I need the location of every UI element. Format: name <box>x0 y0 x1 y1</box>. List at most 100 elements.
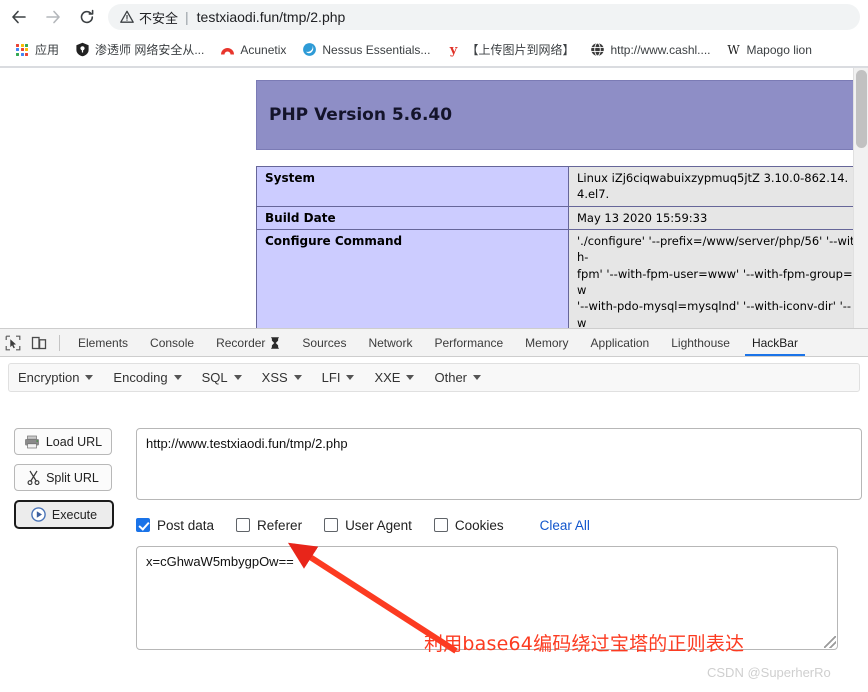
hackbar-options-row: Post data Referer User Agent Cookies C <box>136 514 862 536</box>
tab-application[interactable]: Application <box>580 329 661 356</box>
phpinfo-container: PHP Version 5.6.40 System Linux iZj6ciqw… <box>256 80 866 328</box>
chevron-down-icon <box>294 375 302 380</box>
tab-label: Lighthouse <box>671 336 730 350</box>
chevron-down-icon <box>473 375 481 380</box>
phpinfo-key: Build Date <box>257 206 569 229</box>
option-label: Post data <box>157 518 214 533</box>
tab-label: Console <box>150 336 194 350</box>
svg-text:W: W <box>727 43 740 57</box>
phpinfo-value: May 13 2020 15:59:33 <box>569 206 864 229</box>
bookmark-label: Acunetix <box>240 43 286 57</box>
tab-label: HackBar <box>752 336 798 350</box>
button-label: Load URL <box>46 435 102 449</box>
yandex-y-icon: y <box>445 42 461 58</box>
menu-label: XSS <box>262 370 288 385</box>
menu-encoding[interactable]: Encoding <box>113 370 181 385</box>
option-label: Referer <box>257 518 302 533</box>
tab-network[interactable]: Network <box>357 329 423 356</box>
device-toolbar-button[interactable] <box>26 329 52 356</box>
option-user-agent[interactable]: User Agent <box>324 518 412 533</box>
nessus-icon <box>301 42 317 58</box>
bookmark-nessus[interactable]: Nessus Essentials... <box>294 38 437 62</box>
option-post-data[interactable]: Post data <box>136 518 214 533</box>
chevron-down-icon <box>346 375 354 380</box>
omnibox-separator: | <box>185 9 189 25</box>
device-toolbar-icon <box>31 335 47 351</box>
bookmark-label: 【上传图片到网络】 <box>466 41 574 58</box>
tab-label: Elements <box>78 336 128 350</box>
option-referer[interactable]: Referer <box>236 518 302 533</box>
menu-encryption[interactable]: Encryption <box>18 370 93 385</box>
bookmark-upload-image[interactable]: y 【上传图片到网络】 <box>438 38 581 62</box>
table-row: Build Date May 13 2020 15:59:33 <box>257 206 864 229</box>
scissors-icon <box>27 470 40 485</box>
back-button[interactable] <box>4 2 34 32</box>
execute-button[interactable]: Execute <box>14 500 114 529</box>
play-circle-icon <box>31 507 46 522</box>
tab-memory[interactable]: Memory <box>514 329 579 356</box>
shield-penetration-icon <box>74 42 90 58</box>
tab-lighthouse[interactable]: Lighthouse <box>660 329 741 356</box>
bookmark-label: 渗透师 网络安全从... <box>95 41 204 58</box>
bookmarks-bar: 应用 渗透师 网络安全从... <box>0 34 868 65</box>
devtools-tabbar: Elements Console Recorder Sources Networ… <box>0 329 868 357</box>
page-scrollbar[interactable] <box>853 68 868 328</box>
user-agent-checkbox[interactable] <box>324 518 338 532</box>
option-cookies[interactable]: Cookies <box>434 518 504 533</box>
tab-console[interactable]: Console <box>139 329 205 356</box>
recorder-experiment-icon <box>270 337 280 349</box>
menu-lfi[interactable]: LFI <box>322 370 355 385</box>
bookmark-label: http://www.cashl.... <box>610 43 710 57</box>
bookmark-mapogo-lion[interactable]: W Mapogo lion <box>719 38 819 62</box>
browser-chrome: 不安全 | testxiaodi.fun/tmp/2.php 应用 <box>0 0 868 68</box>
post-data-checkbox[interactable] <box>136 518 150 532</box>
bookmark-acunetix[interactable]: Acunetix <box>212 38 293 62</box>
bookmark-label: 应用 <box>35 41 59 58</box>
inspect-element-button[interactable] <box>0 329 26 356</box>
tab-sources[interactable]: Sources <box>291 329 357 356</box>
phpinfo-value: Linux iZj6ciqwabuixzypmuq5jtZ 3.10.0-862… <box>569 167 864 207</box>
referer-checkbox[interactable] <box>236 518 250 532</box>
apps-grid-icon <box>14 42 30 58</box>
load-url-button[interactable]: Load URL <box>14 428 112 455</box>
menu-label: Other <box>434 370 467 385</box>
bookmark-label: Mapogo lion <box>747 43 812 57</box>
chevron-down-icon <box>234 375 242 380</box>
table-row: System Linux iZj6ciqwabuixzypmuq5jtZ 3.1… <box>257 167 864 207</box>
tab-performance[interactable]: Performance <box>423 329 514 356</box>
split-url-button[interactable]: Split URL <box>14 464 112 491</box>
menu-sql[interactable]: SQL <box>202 370 242 385</box>
cookies-checkbox[interactable] <box>434 518 448 532</box>
menu-label: Encryption <box>18 370 79 385</box>
menu-xxe[interactable]: XXE <box>374 370 414 385</box>
phpinfo-key: System <box>257 167 569 207</box>
toolbar-divider <box>59 335 60 351</box>
page-scrollbar-thumb[interactable] <box>856 70 867 148</box>
php-version-banner: PHP Version 5.6.40 <box>256 80 864 150</box>
hackbar-menubar: Encryption Encoding SQL XSS LFI <box>8 363 860 392</box>
bookmark-cashl[interactable]: http://www.cashl.... <box>582 38 717 62</box>
reload-icon <box>78 8 96 26</box>
url-input[interactable]: http://www.testxiaodi.fun/tmp/2.php <box>136 428 862 500</box>
forward-button[interactable] <box>38 2 68 32</box>
menu-other[interactable]: Other <box>434 370 481 385</box>
bookmark-label: Nessus Essentials... <box>322 43 430 57</box>
address-bar[interactable]: 不安全 | testxiaodi.fun/tmp/2.php <box>108 4 860 30</box>
clear-all-link[interactable]: Clear All <box>540 518 590 533</box>
tab-recorder[interactable]: Recorder <box>205 329 291 356</box>
globe-icon <box>589 42 605 58</box>
menu-xss[interactable]: XSS <box>262 370 302 385</box>
tab-elements[interactable]: Elements <box>67 329 139 356</box>
menu-label: XXE <box>374 370 400 385</box>
option-label: User Agent <box>345 518 412 533</box>
chevron-down-icon <box>174 375 182 380</box>
tab-hackbar[interactable]: HackBar <box>741 329 809 356</box>
address-bar-url[interactable]: testxiaodi.fun/tmp/2.php <box>197 9 346 25</box>
bookmark-apps[interactable]: 应用 <box>7 38 66 62</box>
bookmark-penetration[interactable]: 渗透师 网络安全从... <box>67 38 211 62</box>
option-label: Cookies <box>455 518 504 533</box>
reload-button[interactable] <box>72 2 102 32</box>
tab-label: Performance <box>434 336 503 350</box>
button-label: Execute <box>52 508 97 522</box>
inspect-element-icon <box>5 335 21 351</box>
